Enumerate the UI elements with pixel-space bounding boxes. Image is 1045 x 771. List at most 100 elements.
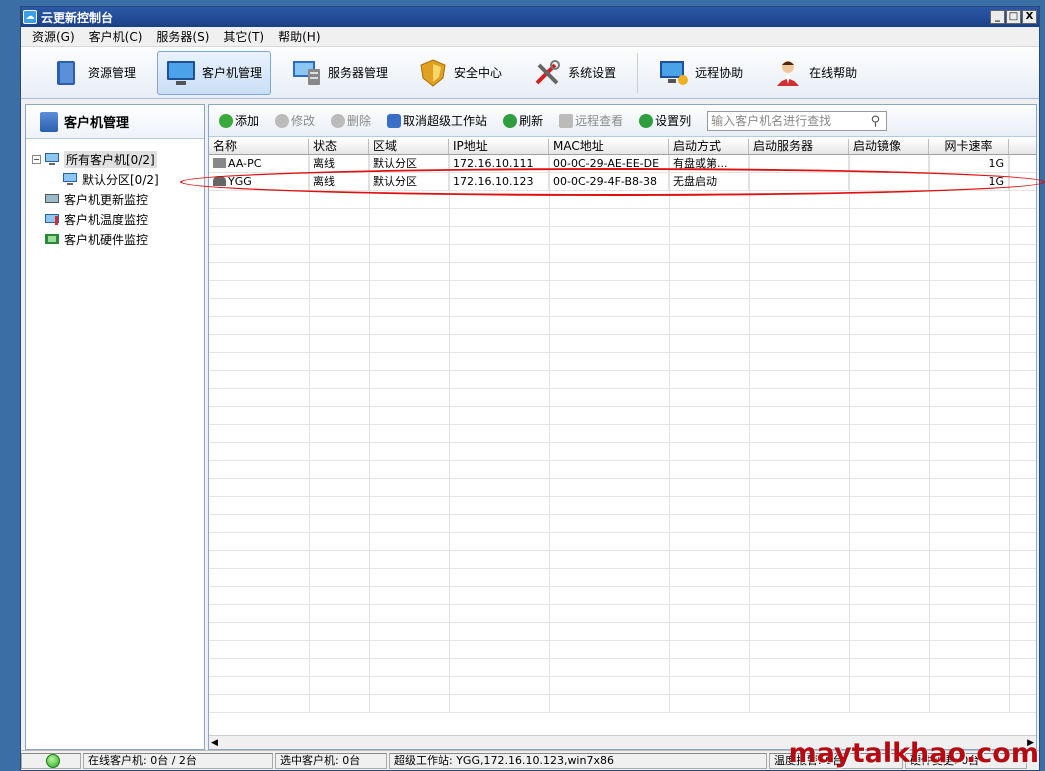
tool-remote-assist[interactable]: 远程协助 xyxy=(650,51,752,95)
update-monitor-icon xyxy=(44,192,60,206)
menu-client[interactable]: 客户机(C) xyxy=(82,28,150,45)
edit-label: 修改 xyxy=(291,114,316,128)
tool-label: 系统设置 xyxy=(568,66,617,80)
table-row[interactable]: YGG 离线 默认分区 172.16.10.123 00-0C-29-4F-B8… xyxy=(209,173,1036,191)
client-tree: − 所有客户机[0/2] 默认分区[0/2] 客户机更新监控 客户机温度监控 客… xyxy=(26,139,204,249)
tool-client-management[interactable]: 客户机管理 xyxy=(157,50,272,95)
column-gridline xyxy=(929,155,930,713)
server-icon xyxy=(292,58,322,88)
cell-boot-mode: 有盘或第... xyxy=(669,155,749,173)
minimize-button[interactable]: _ xyxy=(990,10,1005,24)
cell-text: AA-PC xyxy=(228,157,262,170)
tool-label: 服务器管理 xyxy=(328,66,389,80)
tree-item-label: 客户机硬件监控 xyxy=(64,232,149,247)
refresh-label: 刷新 xyxy=(519,114,544,128)
add-icon xyxy=(219,113,233,128)
column-boot-image[interactable]: 启动镜像 xyxy=(849,139,929,154)
edit-icon xyxy=(275,113,290,128)
search-placeholder: 输入客户机名进行查找 xyxy=(711,114,832,128)
search-icon[interactable]: ⚲ xyxy=(871,114,881,129)
column-gridline xyxy=(309,155,310,713)
book-icon xyxy=(52,58,82,88)
scroll-left-arrow-icon[interactable]: ◀ xyxy=(211,738,218,748)
tree-default-partition[interactable]: 默认分区[0/2] xyxy=(32,169,204,189)
remote-view-button[interactable]: 远程查看 xyxy=(559,112,623,129)
client-table: 名称 状态 区域 IP地址 MAC地址 启动方式 启动服务器 启动镜像 网卡速率… xyxy=(209,139,1036,713)
tree-item-label: 客户机温度监控 xyxy=(64,212,149,227)
delete-button[interactable]: 删除 xyxy=(331,112,371,129)
app-cloud-icon: ☁ xyxy=(23,10,37,24)
refresh-button[interactable]: 刷新 xyxy=(503,112,543,129)
add-button[interactable]: 添加 xyxy=(219,112,259,129)
left-panel: 客户机管理 − 所有客户机[0/2] 默认分区[0/2] 客户机更新监控 客户机… xyxy=(25,104,205,750)
tool-online-help[interactable]: 在线帮助 xyxy=(764,51,866,95)
column-gridline xyxy=(549,155,550,713)
column-status[interactable]: 状态 xyxy=(309,139,369,154)
remote-view-label: 远程查看 xyxy=(575,114,624,128)
tree-item-label: 客户机更新监控 xyxy=(64,192,149,207)
cell-boot-mode: 无盘启动 xyxy=(669,173,749,191)
cell-name: YGG xyxy=(209,173,309,191)
remote-view-icon xyxy=(559,113,574,128)
column-name[interactable]: 名称 xyxy=(209,139,309,154)
column-mac[interactable]: MAC地址 xyxy=(549,139,669,154)
column-boot-mode[interactable]: 启动方式 xyxy=(669,139,749,154)
column-ip[interactable]: IP地址 xyxy=(449,139,549,154)
tool-server-management[interactable]: 服务器管理 xyxy=(283,51,397,95)
cancel-super-workstation-button[interactable]: 取消超级工作站 xyxy=(387,112,487,129)
cell-boot-image xyxy=(849,173,929,191)
add-label: 添加 xyxy=(235,114,260,128)
computer-icon xyxy=(62,172,78,186)
tree-temperature-monitor[interactable]: 客户机温度监控 xyxy=(32,209,204,229)
tool-resource-management[interactable]: 资源管理 xyxy=(43,51,145,95)
left-panel-header: 客户机管理 xyxy=(26,105,204,139)
tool-security-center[interactable]: 安全中心 xyxy=(409,51,511,95)
cell-mac: 00-0C-29-4F-B8-38 xyxy=(549,173,669,191)
tree-update-monitor[interactable]: 客户机更新监控 xyxy=(32,189,204,209)
connection-indicator xyxy=(21,752,81,769)
monitor-icon xyxy=(166,58,196,88)
column-area[interactable]: 区域 xyxy=(369,139,449,154)
set-columns-button[interactable]: 设置列 xyxy=(639,112,691,129)
menu-resource[interactable]: 资源(G) xyxy=(25,28,82,45)
delete-label: 删除 xyxy=(347,114,372,128)
remote-icon xyxy=(659,58,689,88)
menu-other[interactable]: 其它(T) xyxy=(216,28,271,45)
close-button[interactable]: X xyxy=(1022,10,1037,24)
client-search-input[interactable]: 输入客户机名进行查找 ⚲ xyxy=(707,110,888,131)
tool-system-settings[interactable]: 系统设置 xyxy=(523,51,625,95)
refresh-icon xyxy=(503,113,518,128)
tree-all-clients[interactable]: − 所有客户机[0/2] xyxy=(32,149,204,169)
delete-icon xyxy=(331,113,346,128)
client-pc-icon xyxy=(213,158,226,168)
tools-icon xyxy=(532,58,562,88)
tool-label: 客户机管理 xyxy=(202,66,263,80)
main-toolbar: 资源管理 客户机管理 服务器管理 安全中心 系统设置 远程协助 在线帮助 xyxy=(21,47,1039,99)
menu-server[interactable]: 服务器(S) xyxy=(149,28,216,45)
cell-boot-server xyxy=(749,155,849,173)
menu-help[interactable]: 帮助(H) xyxy=(271,28,327,45)
client-toolbar: 添加 修改 删除 取消超级工作站 刷新 远程查看 设置列 输入客户机名进行查找 … xyxy=(209,105,1036,137)
title-bar: ☁ 云更新控制台 _ □ X xyxy=(21,7,1039,27)
status-selected-clients: 选中客户机: 0台 xyxy=(275,752,387,769)
user-icon xyxy=(387,113,402,128)
window-title: 云更新控制台 xyxy=(41,10,114,25)
cell-text: YGG xyxy=(228,175,252,188)
tree-hardware-monitor[interactable]: 客户机硬件监控 xyxy=(32,229,204,249)
edit-button[interactable]: 修改 xyxy=(275,112,315,129)
table-row[interactable]: AA-PC 离线 默认分区 172.16.10.111 00-0C-29-AE-… xyxy=(209,155,1036,173)
tool-label: 资源管理 xyxy=(88,66,137,80)
content-area: 客户机管理 − 所有客户机[0/2] 默认分区[0/2] 客户机更新监控 客户机… xyxy=(21,102,1039,750)
tree-item-label: 所有客户机[0/2] xyxy=(64,150,157,168)
tree-item-label: 默认分区[0/2] xyxy=(82,172,159,187)
maximize-button[interactable]: □ xyxy=(1006,10,1021,24)
main-window: ☁ 云更新控制台 _ □ X 资源(G) 客户机(C) 服务器(S) 其它(T)… xyxy=(20,6,1040,771)
tool-label: 远程协助 xyxy=(695,66,744,80)
set-columns-label: 设置列 xyxy=(655,114,692,128)
collapse-toggle[interactable]: − xyxy=(32,154,41,164)
watermark-text: maytalkhao.com xyxy=(788,738,1039,769)
left-panel-title: 客户机管理 xyxy=(64,116,130,131)
cell-ip: 172.16.10.123 xyxy=(449,173,549,191)
column-nic-speed[interactable]: 网卡速率 xyxy=(929,139,1009,154)
column-boot-server[interactable]: 启动服务器 xyxy=(749,139,849,154)
